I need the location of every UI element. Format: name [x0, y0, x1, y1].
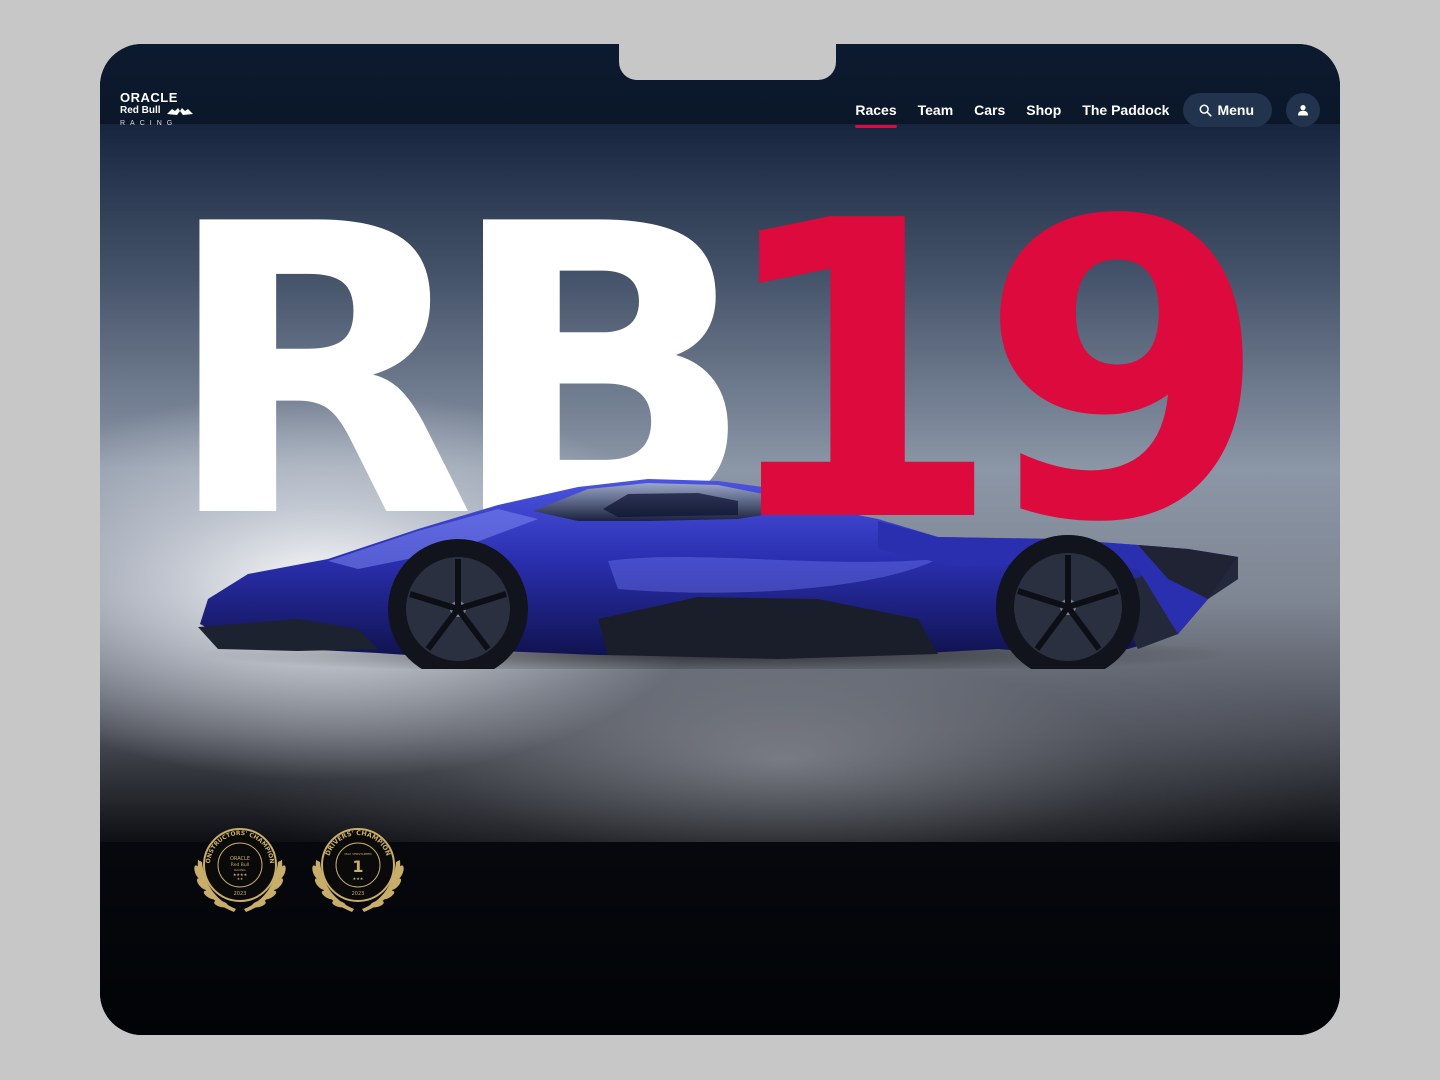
- nav-item-cars[interactable]: Cars: [974, 93, 1005, 127]
- badge2-year: 2023: [352, 891, 365, 897]
- badge2-line1: MAX VERSTAPPEN: [345, 852, 372, 856]
- nav-item-the-paddock[interactable]: The Paddock: [1082, 93, 1169, 127]
- nav-item-shop[interactable]: Shop: [1026, 93, 1061, 127]
- brand-line-1: ORACLE: [120, 90, 178, 105]
- brand-line-2: Red Bull: [120, 105, 161, 116]
- brand-line-3: RACING: [120, 120, 178, 127]
- app-window: ORACLE Red Bull RACING Races Team Cars S…: [100, 44, 1340, 1035]
- nav-item-races[interactable]: Races: [855, 93, 897, 128]
- badge2-number: 1: [352, 857, 363, 876]
- menu-label: Menu: [1217, 102, 1254, 118]
- badge1-line1: ORACLE: [230, 856, 250, 862]
- brand-logo[interactable]: ORACLE Red Bull RACING: [120, 91, 200, 133]
- menu-button[interactable]: Menu: [1183, 93, 1272, 127]
- drivers-champion-badge: DRIVERS' CHAMPION MAX VERSTAPPEN 1 ★★★ 2…: [312, 828, 404, 912]
- hero-title-19: 19: [712, 134, 1269, 612]
- constructors-champions-badge: CONSTRUCTORS' CHAMPIONS ORACLE Red Bull …: [188, 820, 286, 912]
- account-button[interactable]: [1286, 93, 1320, 127]
- device-notch: [619, 44, 836, 80]
- badge1-stars2: ★★: [237, 877, 243, 881]
- nav-item-team[interactable]: Team: [918, 93, 954, 127]
- bulls-logo-icon: [167, 108, 193, 115]
- badge2-stars: ★★★: [353, 876, 364, 881]
- user-icon: [1298, 105, 1308, 116]
- search-icon: [1199, 104, 1213, 117]
- main-nav: Races Team Cars Shop The Paddock Menu: [855, 93, 1320, 128]
- badge1-year: 2023: [234, 891, 247, 897]
